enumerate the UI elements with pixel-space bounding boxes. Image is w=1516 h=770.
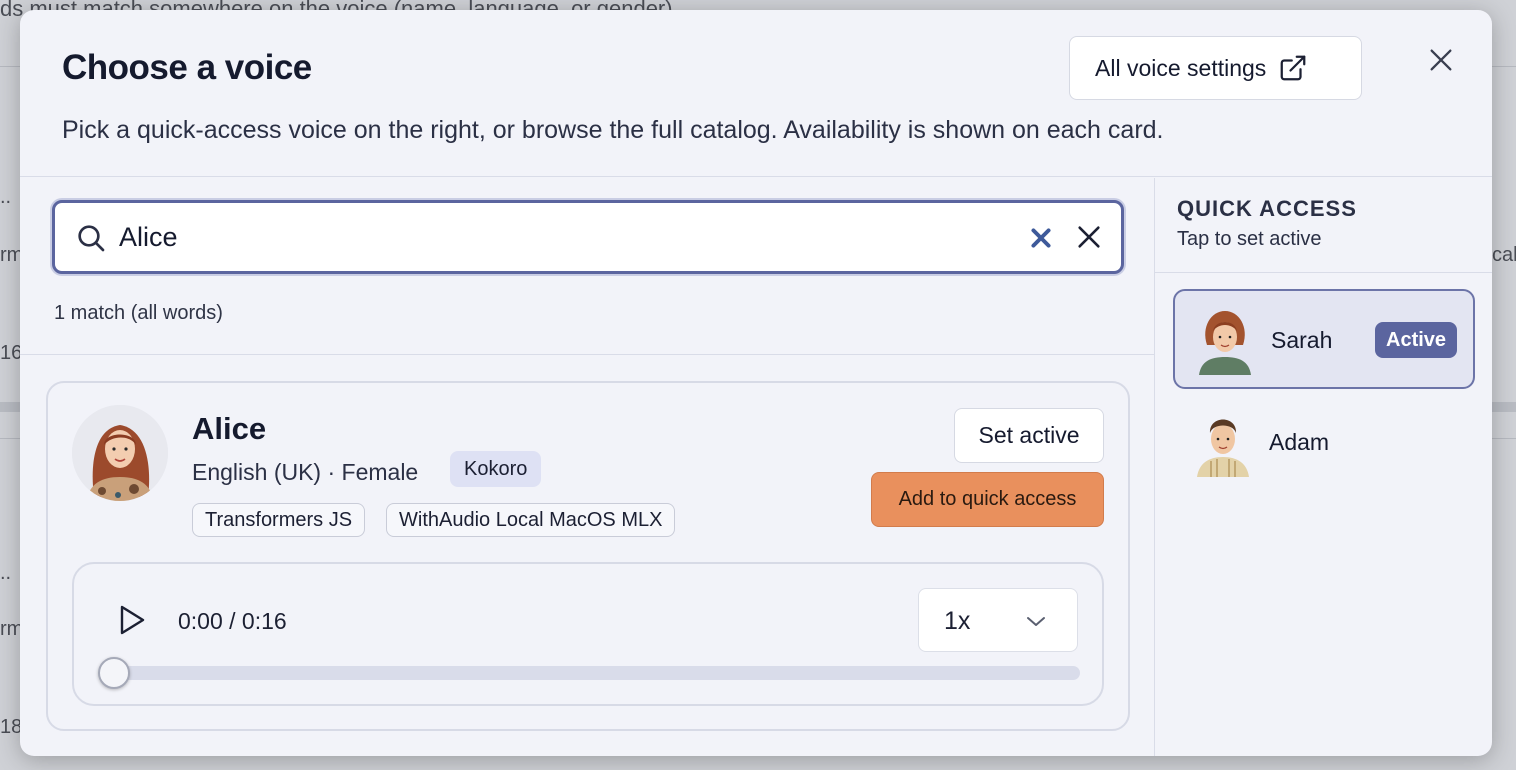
add-to-quick-access-button[interactable]: Add to quick access — [871, 472, 1104, 527]
search-input[interactable] — [119, 217, 999, 257]
platform-tag: WithAudio Local MacOS MLX — [386, 503, 676, 537]
modal-header: Choose a voice Pick a quick-access voice… — [20, 10, 1492, 177]
progress-track[interactable] — [112, 666, 1080, 680]
close-icon[interactable] — [1075, 223, 1103, 251]
platform-tag: Transformers JS — [192, 503, 366, 537]
quick-access-pane: QUICK ACCESS Tap to set active Sarah Act… — [1154, 178, 1492, 756]
playback-speed-value: 1x — [944, 607, 971, 635]
voice-name: Alice — [192, 411, 267, 446]
divider — [20, 354, 1154, 355]
all-voice-settings-label: All voice settings — [1095, 54, 1267, 81]
quick-access-title: QUICK ACCESS — [1177, 196, 1357, 221]
voice-language-gender: English (UK) · Female — [192, 459, 419, 485]
set-active-button[interactable]: Set active — [954, 408, 1104, 463]
quick-access-name: Adam — [1269, 429, 1330, 455]
match-count: 1 match (all words) — [54, 302, 223, 324]
background-fragment: cal — [1492, 244, 1516, 266]
quick-access-item-sarah[interactable]: Sarah Active — [1173, 289, 1475, 389]
playback-speed-select[interactable]: 1x — [918, 588, 1078, 652]
avatar — [1199, 311, 1251, 375]
modal-title: Choose a voice — [62, 48, 312, 87]
background-fragment: 18 — [0, 716, 23, 738]
all-voice-settings-button[interactable]: All voice settings — [1069, 36, 1362, 100]
clear-search-icon[interactable] — [1028, 225, 1054, 251]
background-fragment: 16 — [0, 342, 23, 364]
chevron-down-icon — [1027, 617, 1045, 626]
quick-access-subtitle: Tap to set active — [1177, 228, 1322, 250]
active-badge: Active — [1375, 322, 1458, 358]
choose-voice-modal: Choose a voice Pick a quick-access voice… — [20, 10, 1492, 756]
voice-catalog-pane: 1 match (all words) Alice English (UK) ·… — [20, 178, 1154, 756]
voice-card: Alice English (UK) · Female Kokoro Trans… — [46, 381, 1130, 731]
engine-badge: Kokoro — [450, 451, 542, 487]
quick-access-item-adam[interactable]: Adam — [1173, 393, 1475, 493]
avatar — [1197, 419, 1249, 477]
search-box — [52, 200, 1124, 274]
progress-thumb[interactable] — [98, 657, 130, 689]
play-icon[interactable] — [118, 604, 146, 636]
voice-avatar — [72, 405, 168, 501]
modal-subtitle: Pick a quick-access voice on the right, … — [62, 116, 1164, 144]
playback-time: 0:00 / 0:16 — [178, 608, 287, 634]
search-icon — [78, 225, 105, 252]
background-fragment: .. — [0, 562, 12, 584]
close-icon[interactable] — [1427, 46, 1455, 74]
quick-access-name: Sarah — [1271, 327, 1333, 353]
external-link-icon — [1280, 55, 1306, 81]
background-fragment: .. — [0, 186, 12, 208]
audio-player: 0:00 / 0:16 1x — [72, 562, 1104, 706]
divider — [1155, 272, 1492, 273]
